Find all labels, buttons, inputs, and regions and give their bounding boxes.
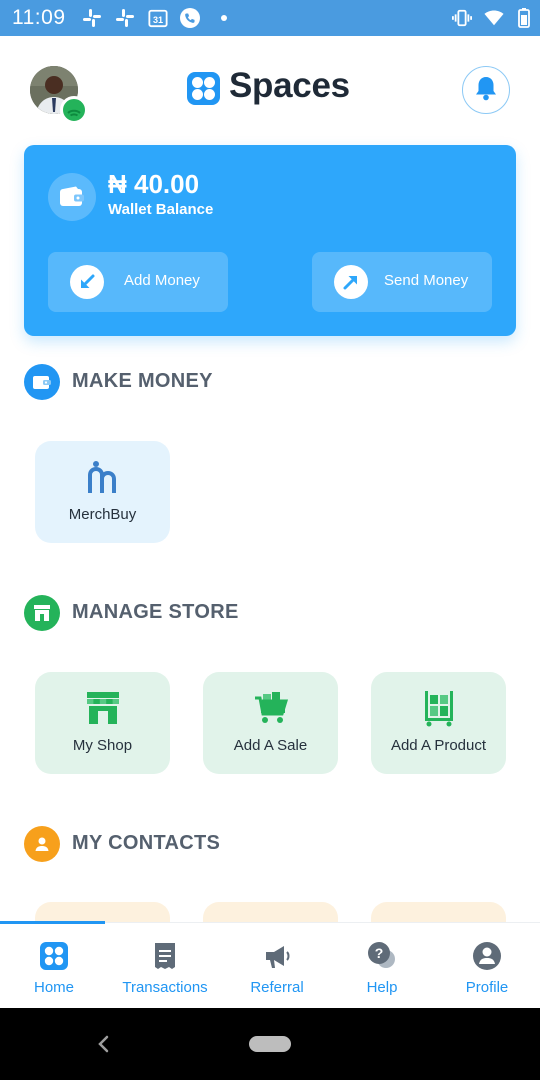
phone-icon [180, 8, 200, 28]
dot-icon [214, 8, 234, 28]
bell-icon [474, 75, 498, 106]
add-a-sale-label: Add A Sale [233, 737, 308, 754]
notification-bell-button[interactable] [462, 66, 510, 114]
add-a-product-tile[interactable]: Add A Product [371, 672, 506, 774]
manage-store-icon [24, 595, 60, 631]
help-chat-icon: ? [328, 941, 436, 971]
svg-text:?: ? [375, 945, 384, 961]
my-shop-label: My Shop [72, 737, 133, 754]
tab-transactions-label: Transactions [122, 979, 208, 996]
make-money-wallet-icon [24, 364, 60, 400]
calendar-day: 31 [153, 15, 163, 25]
manage-store-title: MANAGE STORE [72, 601, 239, 623]
megaphone-icon [223, 941, 331, 971]
battery-icon [514, 8, 534, 28]
avatar-status-badge [60, 96, 88, 124]
receipt-icon [111, 941, 219, 971]
wallet-card: ₦ 40.00 Wallet Balance Add Money Send Mo… [24, 145, 516, 336]
vibrate-icon [452, 8, 472, 28]
bottom-tab-bar: Home Transactions Referral ? Help Profil… [0, 921, 540, 1009]
product-trolley-icon [371, 688, 506, 728]
send-money-button[interactable]: Send Money [312, 252, 492, 312]
wifi-icon [484, 8, 504, 28]
add-a-sale-tile[interactable]: Add A Sale [203, 672, 338, 774]
app-title: Spaces [229, 66, 350, 105]
my-contacts-title: MY CONTACTS [72, 832, 221, 854]
wallet-balance-amount: ₦ 40.00 [108, 169, 200, 199]
add-money-label: Add Money [124, 272, 200, 289]
status-bar: 11:09 31 [0, 0, 540, 36]
home-icon [0, 941, 108, 971]
make-money-title: MAKE MONEY [72, 370, 213, 392]
arrow-up-right-icon [334, 265, 368, 299]
arrow-down-left-icon [70, 265, 104, 299]
tab-profile-label: Profile [465, 979, 509, 996]
tab-referral[interactable]: Referral [223, 923, 331, 1009]
slack-icon [115, 8, 135, 28]
my-shop-tile[interactable]: My Shop [35, 672, 170, 774]
status-time: 11:09 [12, 6, 66, 29]
app-logo-icon [187, 72, 220, 105]
cart-icon [203, 688, 338, 728]
home-gesture-pill[interactable] [249, 1036, 291, 1052]
merchbuy-label: MerchBuy [68, 506, 137, 523]
back-icon[interactable] [92, 1032, 116, 1056]
merchbuy-icon [35, 457, 170, 497]
merchbuy-tile[interactable]: MerchBuy [35, 441, 170, 543]
tab-home[interactable]: Home [0, 923, 108, 1009]
profile-icon [433, 941, 540, 971]
add-money-button[interactable]: Add Money [48, 252, 228, 312]
my-contacts-icon [24, 826, 60, 862]
tab-referral-label: Referral [250, 979, 304, 996]
add-a-product-label: Add A Product [390, 737, 487, 754]
wallet-icon [48, 173, 96, 221]
tab-profile[interactable]: Profile [433, 923, 540, 1009]
tab-help[interactable]: ? Help [328, 923, 436, 1009]
shop-icon [35, 688, 170, 728]
tab-transactions[interactable]: Transactions [111, 923, 219, 1009]
slack-icon [82, 8, 102, 28]
tab-home-label: Home [33, 979, 74, 996]
wallet-balance-label: Wallet Balance [108, 201, 214, 218]
calendar-icon: 31 [148, 8, 168, 28]
tab-help-label: Help [366, 979, 398, 996]
send-money-label: Send Money [384, 272, 469, 289]
